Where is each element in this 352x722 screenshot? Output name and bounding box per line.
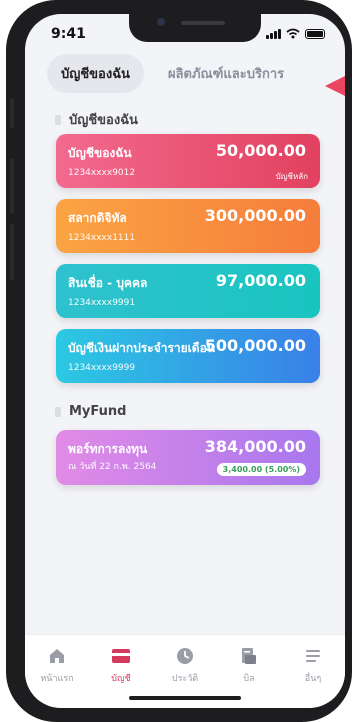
account-number: 1234xxxx1111	[68, 233, 136, 243]
nav-home[interactable]: หน้าแรก	[31, 647, 83, 708]
portfolio-date: ณ วันที่ 22 ก.พ. 2564	[68, 462, 157, 472]
notch	[129, 14, 261, 42]
portfolio-gain-badge: 3,400.00 (5.00%)	[216, 463, 306, 476]
account-card-monthly-deposit[interactable]: บัญชีเงินฝากประจำรายเดือน 1234xxxx9999 5…	[56, 329, 320, 383]
account-name: สลากดิจิทัล	[68, 211, 127, 225]
account-card-digital-lottery[interactable]: สลากดิจิทัล 1234xxxx1111 300,000.00	[56, 199, 320, 253]
account-number: 1234xxxx9999	[68, 363, 136, 373]
account-balance: 300,000.00	[204, 206, 306, 225]
fund-section-title: MyFund	[55, 404, 126, 419]
bill-icon	[242, 648, 256, 664]
clock-icon	[177, 648, 193, 664]
tab-bar: บัญชีของฉัน ผลิตภัณฑ์และบริการ	[47, 54, 298, 93]
nav-label: หน้าแรก	[40, 674, 74, 684]
account-card-personal-loan[interactable]: สินเชื่อ - บุคคล 1234xxxx9991 97,000.00	[56, 264, 320, 318]
speaker	[181, 21, 225, 25]
accounts-section-title: บัญชีของฉัน	[55, 109, 138, 130]
account-card-main[interactable]: บัญชีของฉัน 1234xxxx9012 50,000.00 บัญชี…	[56, 134, 320, 188]
status-icons	[266, 28, 325, 39]
app-screen: 9:41 บัญชีของฉัน ผลิตภัณฑ์และบริการ บัญช…	[25, 14, 345, 708]
volume-down-button	[10, 224, 14, 280]
home-icon	[50, 649, 64, 663]
nav-label: บัญชี	[111, 674, 131, 684]
portfolio-name: พอร์ทการลงทุน	[68, 442, 148, 456]
nav-label: ประวัติ	[171, 674, 199, 684]
tab-my-accounts[interactable]: บัญชีของฉัน	[47, 54, 144, 93]
nav-more[interactable]: อื่นๆ	[287, 647, 339, 708]
section-marker	[55, 114, 61, 125]
portfolio-value: 384,000.00	[204, 437, 306, 456]
menu-icon	[306, 650, 320, 662]
account-number: 1234xxxx9991	[68, 298, 136, 308]
status-time: 9:41	[51, 26, 86, 42]
section-title-text: บัญชีของฉัน	[69, 113, 138, 128]
account-name: บัญชีของฉัน	[68, 146, 132, 160]
phone-frame: 9:41 บัญชีของฉัน ผลิตภัณฑ์และบริการ บัญช…	[6, 0, 352, 722]
section-marker	[55, 406, 61, 417]
card-icon	[112, 649, 130, 663]
nav-label: อื่นๆ	[304, 674, 322, 684]
camera	[157, 18, 165, 26]
main-account-tag: บัญชีหลัก	[275, 172, 308, 181]
account-number: 1234xxxx9012	[68, 168, 136, 178]
signal-icon	[266, 29, 281, 39]
nav-label: บิล	[243, 674, 255, 684]
account-balance: 97,000.00	[215, 271, 306, 290]
account-balance: 500,000.00	[204, 336, 306, 355]
volume-up-button	[10, 158, 14, 214]
decorative-triangle	[325, 76, 345, 96]
account-name: บัญชีเงินฝากประจำรายเดือน	[68, 341, 215, 355]
mute-switch	[10, 98, 14, 128]
account-name: สินเชื่อ - บุคคล	[68, 276, 148, 290]
fund-portfolio-card[interactable]: พอร์ทการลงทุน ณ วันที่ 22 ก.พ. 2564 384,…	[56, 430, 320, 485]
tab-products-services[interactable]: ผลิตภัณฑ์และบริการ	[154, 54, 298, 93]
wifi-icon	[286, 28, 300, 39]
section-title-text: MyFund	[69, 404, 127, 419]
account-balance: 50,000.00	[215, 141, 306, 160]
home-indicator	[129, 696, 241, 700]
battery-icon	[305, 29, 325, 39]
